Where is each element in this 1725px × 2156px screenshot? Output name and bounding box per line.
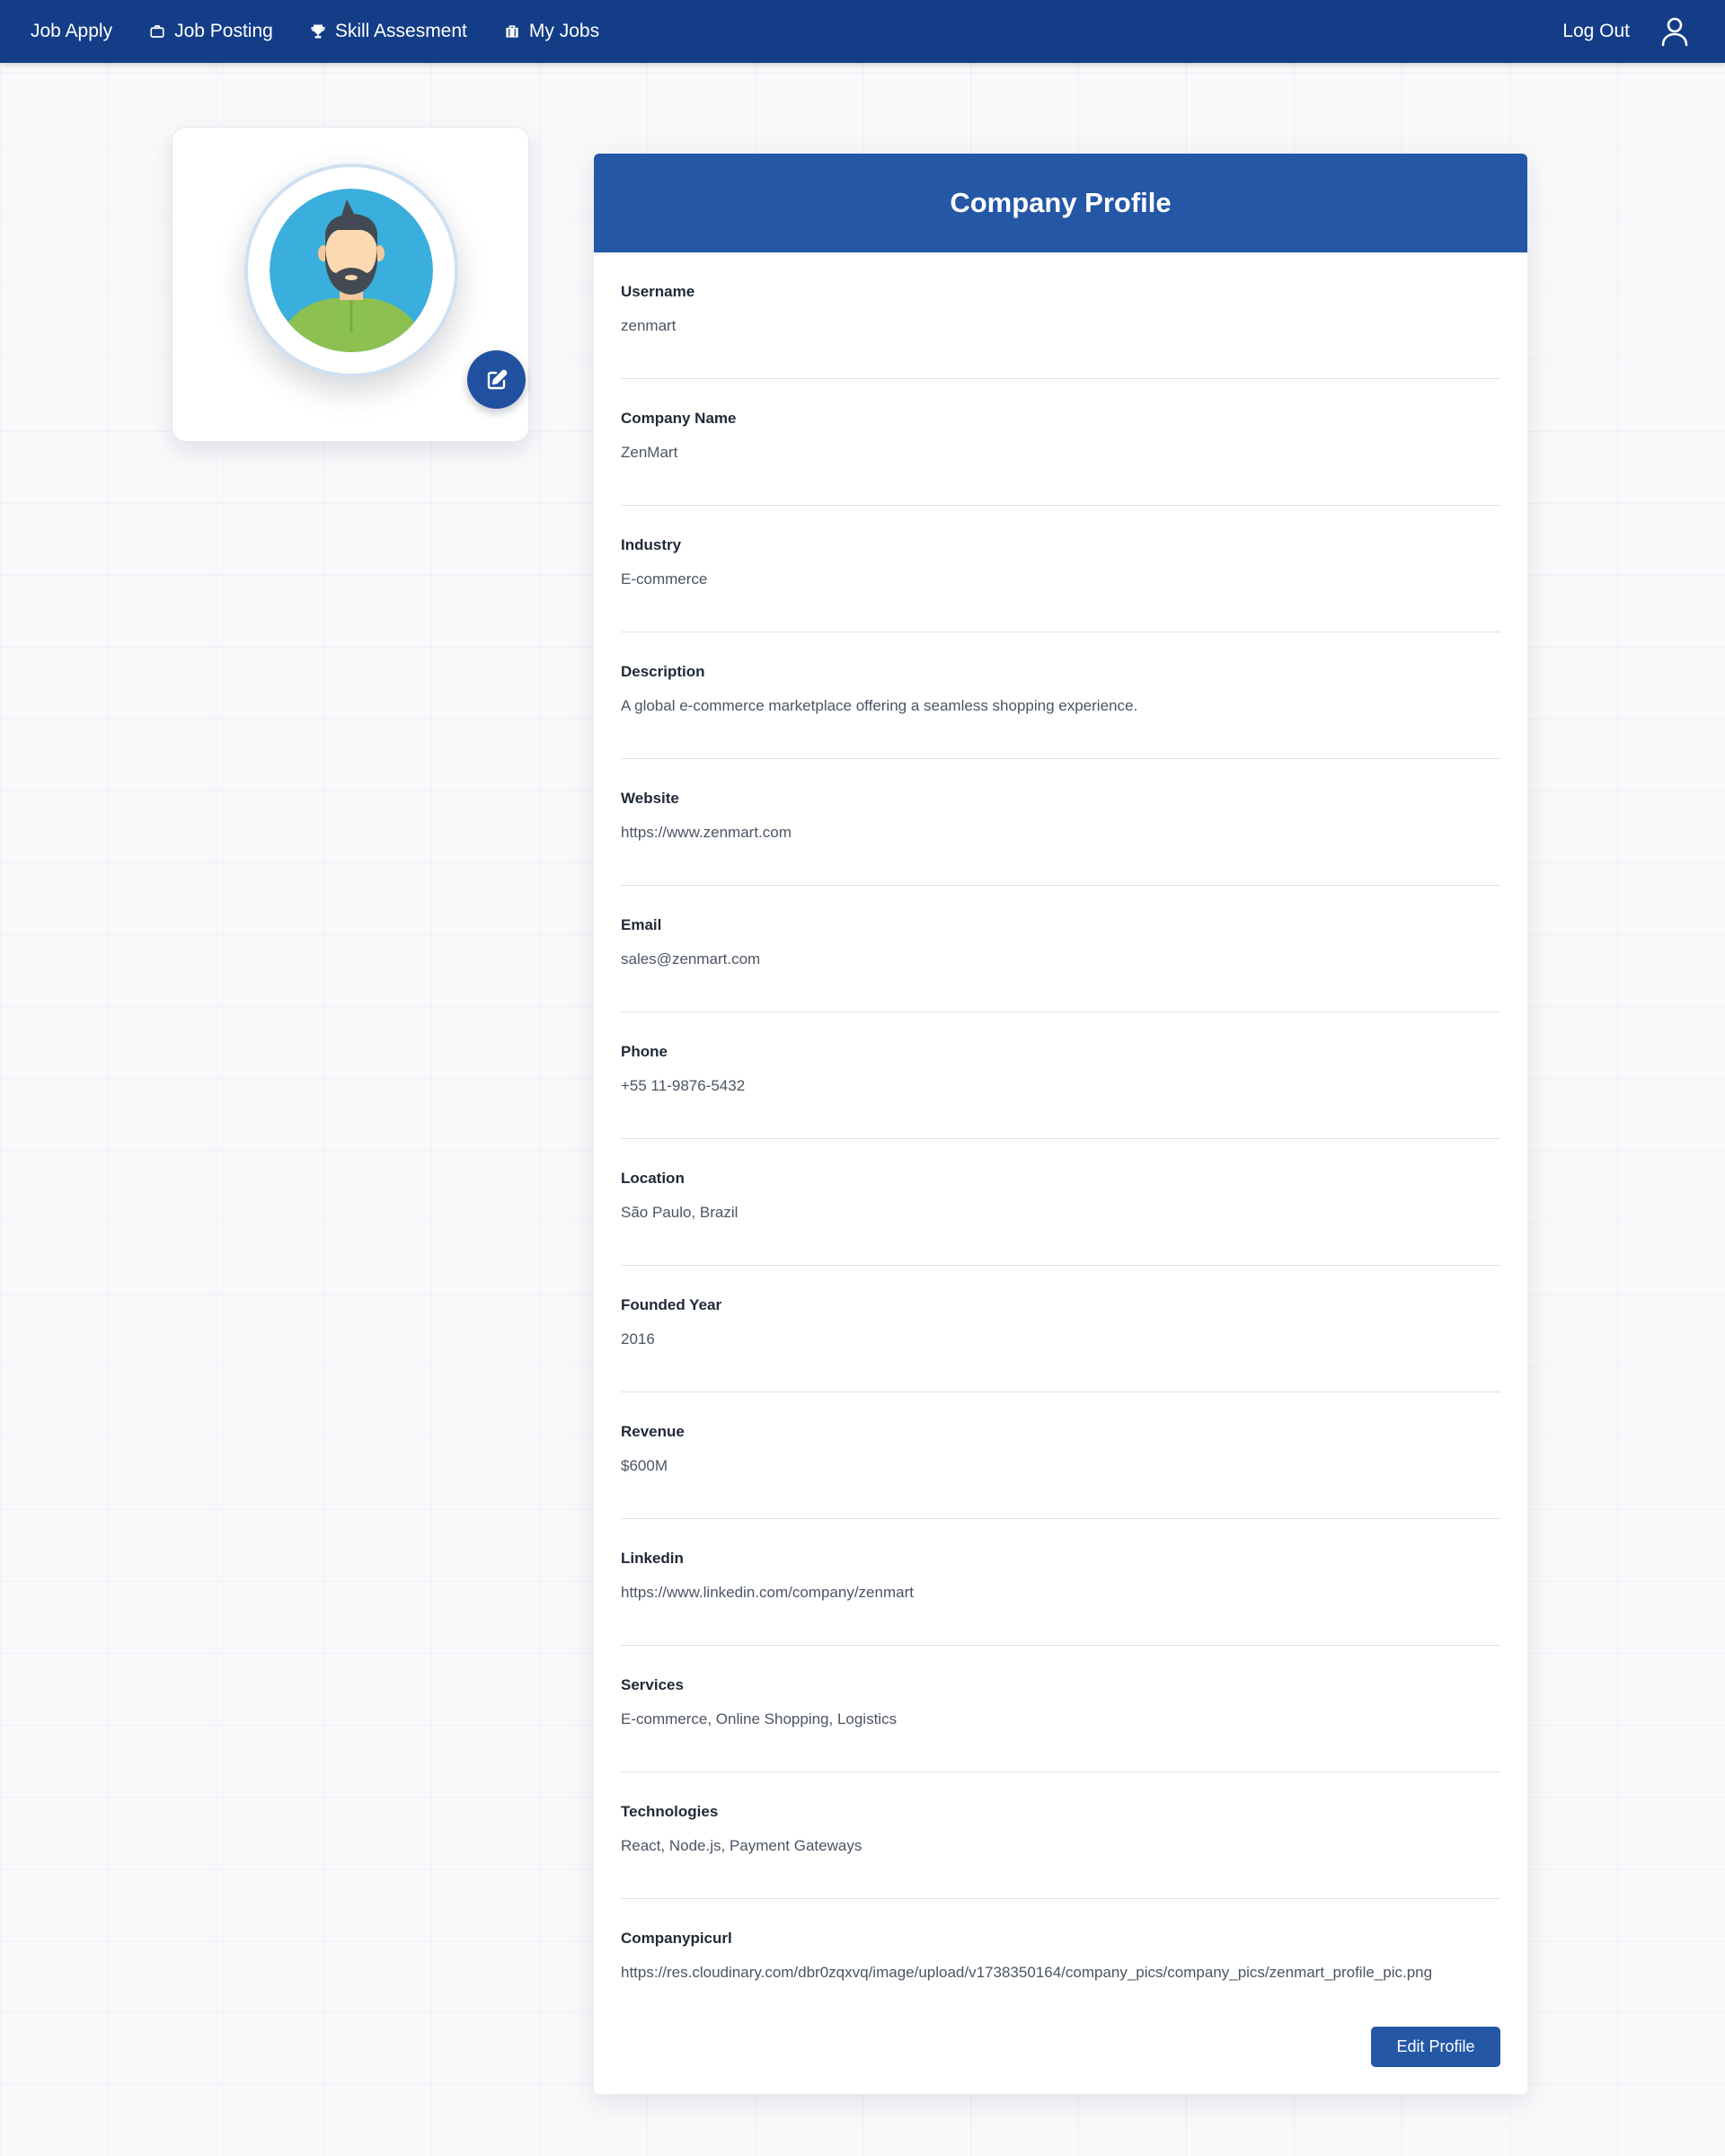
- field-value: +55 11-9876-5432: [621, 1077, 746, 1094]
- field-value: https://www.zenmart.com: [621, 824, 792, 841]
- page-title: Company Profile: [950, 187, 1172, 218]
- avatar-frame: [244, 163, 526, 409]
- field-label: Revenue: [621, 1423, 685, 1440]
- field-value: A global e-commerce marketplace offering…: [621, 697, 1138, 714]
- nav-my-jobs[interactable]: My Jobs: [503, 21, 599, 42]
- logout-label: Log Out: [1562, 21, 1630, 41]
- field-label: Industry: [621, 536, 682, 553]
- field-value: $600M: [621, 1457, 668, 1474]
- field-company-name: Company Name ZenMart: [621, 379, 1500, 506]
- avatar-card: [172, 127, 529, 442]
- company-profile-card: Company Profile Username zenmart Company…: [594, 154, 1527, 2094]
- field-technologies: Technologies React, Node.js, Payment Gat…: [621, 1772, 1500, 1899]
- nav-skill-assesment-label: Skill Assesment: [334, 21, 467, 41]
- avatar: [270, 189, 433, 352]
- field-value: São Paulo, Brazil: [621, 1204, 739, 1221]
- nav-job-posting-label: Job Posting: [174, 21, 273, 41]
- field-industry: Industry E-commerce: [621, 506, 1500, 632]
- field-label: Website: [621, 790, 679, 807]
- field-value: 2016: [621, 1330, 655, 1348]
- nav-my-jobs-label: My Jobs: [528, 21, 600, 41]
- field-website: Website https://www.zenmart.com: [621, 759, 1500, 886]
- field-label: Phone: [621, 1043, 668, 1060]
- briefcase-icon: [148, 22, 166, 40]
- nav-skill-assesment[interactable]: Skill Assesment: [309, 21, 467, 42]
- field-revenue: Revenue $600M: [621, 1392, 1500, 1519]
- field-label: Services: [621, 1676, 684, 1693]
- field-value: E-commerce, Online Shopping, Logistics: [621, 1710, 898, 1727]
- field-services: Services E-commerce, Online Shopping, Lo…: [621, 1646, 1500, 1772]
- user-icon[interactable]: [1659, 15, 1691, 48]
- field-label: Location: [621, 1170, 685, 1187]
- field-founded-year: Founded Year 2016: [621, 1266, 1500, 1392]
- field-value: https://res.cloudinary.com/dbr0zqxvq/ima…: [621, 1964, 1433, 1981]
- profile-header: Company Profile: [594, 154, 1527, 252]
- trophy-icon: [309, 22, 327, 40]
- field-email: Email sales@zenmart.com: [621, 886, 1500, 1012]
- field-label: Company Name: [621, 410, 737, 427]
- top-navbar: Job Apply Job Posting Skill Assesment My…: [0, 0, 1725, 63]
- logout-button[interactable]: Log Out: [1562, 21, 1630, 42]
- field-value: E-commerce: [621, 570, 708, 588]
- nav-job-posting[interactable]: Job Posting: [148, 21, 273, 42]
- field-value: zenmart: [621, 317, 677, 334]
- field-companypicurl: Companypicurl https://res.cloudinary.com…: [621, 1899, 1500, 2026]
- edit-icon: [486, 369, 508, 391]
- field-label: Description: [621, 663, 705, 680]
- edit-avatar-button[interactable]: [467, 350, 526, 409]
- field-phone: Phone +55 11-9876-5432: [621, 1012, 1500, 1139]
- profile-fields: Username zenmart Company Name ZenMart In…: [594, 252, 1527, 2026]
- nav-job-apply[interactable]: Job Apply: [31, 21, 112, 42]
- edit-profile-button[interactable]: Edit Profile: [1371, 2027, 1500, 2067]
- field-value: sales@zenmart.com: [621, 950, 761, 968]
- field-value: ZenMart: [621, 444, 678, 461]
- field-location: Location São Paulo, Brazil: [621, 1139, 1500, 1266]
- field-label: Username: [621, 283, 695, 300]
- nav-right-group: Log Out: [1562, 0, 1725, 63]
- field-value: https://www.linkedin.com/company/zenmart: [621, 1584, 914, 1601]
- field-linkedin: Linkedin https://www.linkedin.com/compan…: [621, 1519, 1500, 1646]
- field-label: Linkedin: [621, 1550, 684, 1567]
- field-label: Email: [621, 916, 662, 933]
- nav-job-apply-label: Job Apply: [31, 21, 113, 41]
- field-label: Founded Year: [621, 1296, 722, 1313]
- suitcase-icon: [503, 22, 521, 40]
- field-label: Companypicurl: [621, 1930, 732, 1947]
- field-label: Technologies: [621, 1803, 719, 1820]
- field-description: Description A global e-commerce marketpl…: [621, 632, 1500, 759]
- field-value: React, Node.js, Payment Gateways: [621, 1837, 862, 1854]
- field-username: Username zenmart: [621, 252, 1500, 379]
